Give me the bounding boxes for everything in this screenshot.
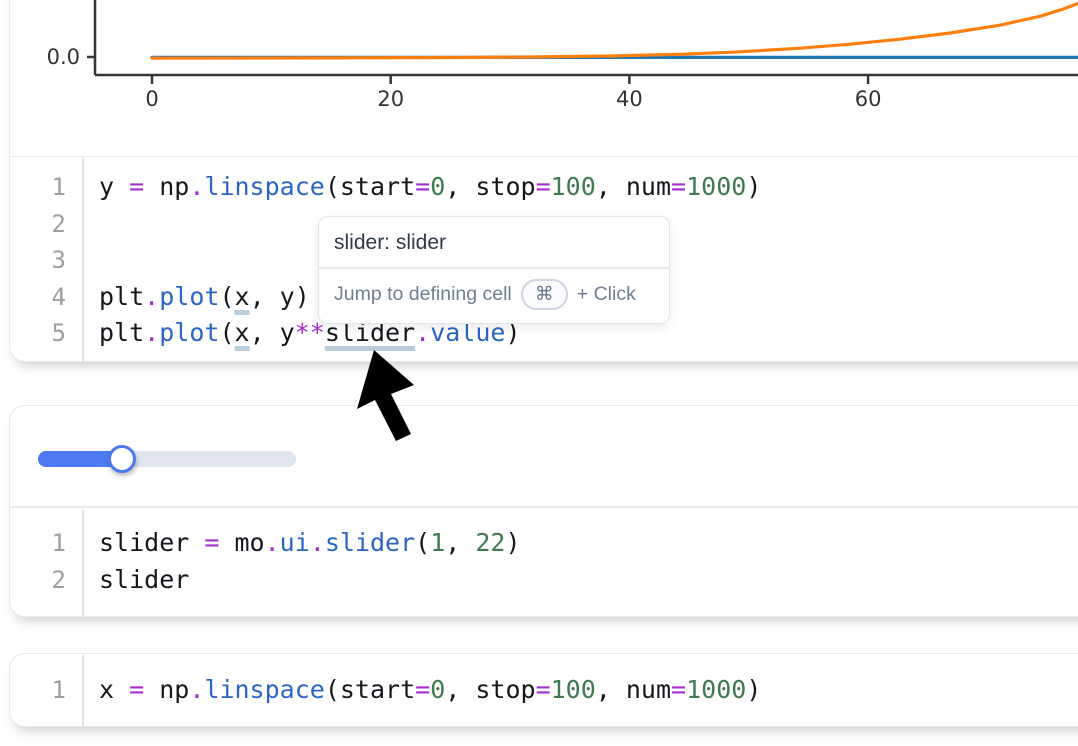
code-token: (start [325,172,415,201]
code-token: 0 [430,675,445,704]
tooltip-title: slider: slider [319,217,669,267]
line-number: 2 [10,562,66,599]
code-lines: x = np.linspace(start=0, stop=100, num=1… [84,655,761,726]
line-number-gutter: 12345 [10,157,84,362]
code-token: 1000 [686,675,746,704]
code-token: 0 [430,172,445,201]
code-token: 1 [430,528,445,557]
slider-thumb[interactable] [108,445,136,473]
code-token: slider [99,565,189,594]
code-token: = [415,172,430,201]
code-token: np [144,675,189,704]
code-token: 100 [551,172,596,201]
code-token: . [189,172,204,201]
command-key-icon: ⌘ [521,279,568,310]
code-token: ) [746,675,761,704]
line-number: 3 [10,242,66,279]
jump-to-defining-cell-label: Jump to defining cell [334,283,512,306]
code-token: np [144,172,189,201]
code-token: . [189,675,204,704]
variable-tooltip: slider: slider Jump to defining cell ⌘ +… [318,216,670,324]
code-token: x [99,675,129,704]
code-token: , y [250,318,295,347]
tooltip-action-row: Jump to defining cell ⌘ + Click [319,267,669,323]
code-line: slider = mo.ui.slider(1, 22) [99,525,521,562]
code-token: plot [159,282,219,311]
code-token: 100 [551,675,596,704]
code-line: slider [99,562,521,599]
code-token: = [129,172,144,201]
code-token: , stop [445,675,535,704]
code-editor-x-cell[interactable]: 1 x = np.linspace(start=0, stop=100, num… [10,655,1078,726]
code-token: = [536,675,551,704]
code-token: . [144,282,159,311]
code-line: y = np.linspace(start=0, stop=100, num=1… [99,169,761,206]
code-lines: slider = mo.ui.slider(1, 22)slider [84,509,521,617]
click-hint-label: + Click [577,283,636,306]
code-token: (start [325,675,415,704]
line-number: 2 [10,206,66,243]
code-token: , num [596,172,671,201]
code-token: = [415,675,430,704]
code-editor-slider-cell[interactable]: 12 slider = mo.ui.slider(1, 22)slider [10,509,1078,617]
code-token: = [536,172,551,201]
code-token: slider [325,528,415,557]
code-token: 22 [475,528,505,557]
slider-widget[interactable] [38,451,296,467]
marimo-notebook: { "colors": { "accent_blue": "#4d7af2", … [0,0,1078,746]
code-token: ) [505,528,520,557]
variable-reference[interactable]: x [235,318,250,347]
code-token: . [265,528,280,557]
code-token: , y) [250,282,310,311]
line-number: 1 [10,169,66,206]
code-token: ( [415,528,430,557]
code-token: 1000 [686,172,746,201]
code-token: linspace [204,675,324,704]
code-token: = [129,675,144,704]
line-number: 5 [10,315,66,352]
code-token: = [671,172,686,201]
code-token: ui [280,528,310,557]
code-token: y [99,172,129,201]
code-token: , stop [445,172,535,201]
code-token: mo [219,528,264,557]
code-token: , [445,528,475,557]
code-token: . [144,318,159,347]
code-token: ) [746,172,761,201]
code-token: plt [99,282,144,311]
output-code-divider [10,506,1078,508]
line-number: 1 [10,672,66,709]
variable-reference[interactable]: x [235,282,250,311]
code-token: ( [219,318,234,347]
code-token: linspace [204,172,324,201]
line-number: 1 [10,525,66,562]
line-number-gutter: 12 [10,509,84,617]
line-number-gutter: 1 [10,655,84,726]
code-line: x = np.linspace(start=0, stop=100, num=1… [99,672,761,709]
line-number: 4 [10,279,66,316]
code-token: = [671,675,686,704]
code-token: ( [219,282,234,311]
code-token: = [204,528,219,557]
code-token: . [310,528,325,557]
code-token: slider [99,528,204,557]
code-token: plt [99,318,144,347]
code-token: plot [159,318,219,347]
code-token: , num [596,675,671,704]
